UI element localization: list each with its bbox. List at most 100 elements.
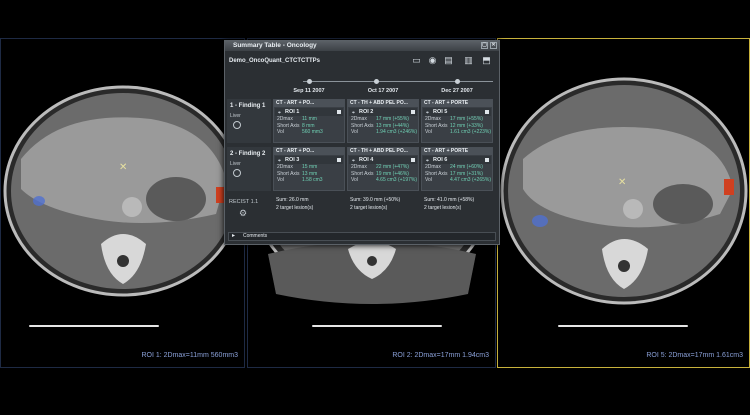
measure-value: 19 mm (+46%) — [376, 170, 409, 177]
finding-cell[interactable]: CT - TH + ABD PEL PO... ⌖ ROI 4 2Dmax 22 m… — [347, 147, 419, 191]
measure-row: Vol 1.61 cm3 (+223%) — [422, 129, 492, 136]
roi-name: ROI 6 — [433, 157, 448, 163]
scale-ruler-2 — [312, 325, 442, 327]
scale-ruler-3 — [558, 325, 688, 327]
close-button[interactable]: ✕ — [490, 42, 497, 49]
roi-checkbox[interactable] — [337, 158, 341, 162]
panel-titlebar[interactable]: Summary Table - Oncology ▢ ✕ — [225, 41, 499, 51]
timepoint-marker-3[interactable] — [455, 79, 460, 84]
measure-row: Short Axis 13 mm — [274, 171, 344, 178]
finding-organ: Liver — [230, 161, 241, 167]
roi-header[interactable]: ⌖ ROI 6 — [423, 156, 491, 164]
measure-value: 17 mm (+31%) — [450, 170, 483, 177]
series-name: CT - ART + PORTE — [422, 100, 492, 107]
measure-row: Short Axis 19 mm (+46%) — [348, 171, 418, 178]
date-3: Dec 27 2007 — [441, 88, 473, 94]
recist-summary-2: Sum: 39.0 mm (+50%) 2 target lesion(s) — [347, 196, 419, 214]
finding-cell[interactable]: CT - TH + ABD PEL PO... ⌖ ROI 2 2Dmax 17 m… — [347, 99, 419, 143]
date-header: Sep 11 2007 Oct 17 2007 Dec 27 2007 — [273, 88, 499, 97]
measure-value: 1.58 cm3 — [302, 177, 323, 184]
roi-name: ROI 1 — [285, 109, 300, 115]
measure-label: Vol — [425, 177, 432, 184]
timepoint-marker-1[interactable] — [307, 79, 312, 84]
timepoint-marker-2[interactable] — [374, 79, 379, 84]
finding-label-1[interactable]: 1 - Finding 1 Liver — [227, 99, 271, 143]
gear-icon[interactable]: ⚙ — [239, 208, 247, 219]
roi-header[interactable]: ⌖ ROI 3 — [275, 156, 343, 164]
roi-header[interactable]: ⌖ ROI 4 — [349, 156, 417, 164]
lesion-count: 2 target lesion(s) — [350, 205, 388, 211]
finding-title: 1 - Finding 1 — [230, 103, 266, 109]
ct-slice-image-1: ✕ — [3, 85, 243, 297]
ct-viewport-1[interactable]: ✕ ROI 1: 2Dmax=11mm 560mm3 — [0, 38, 245, 368]
finding-cell[interactable]: CT - ART + PO... ⌖ ROI 1 2Dmax 11 mm Short… — [273, 99, 345, 143]
measure-label: Short Axis — [425, 122, 448, 129]
roi-header[interactable]: ⌖ ROI 2 — [349, 108, 417, 116]
share-icon[interactable]: ⬒ — [481, 55, 492, 66]
export-icon[interactable]: ▤ — [443, 55, 454, 66]
minimize-button[interactable]: ▢ — [481, 42, 488, 49]
measure-label: Vol — [425, 129, 432, 136]
series-name: CT - ART + PO... — [274, 148, 344, 155]
measure-label: 2Dmax — [351, 116, 367, 122]
measure-row: 2Dmax 11 mm — [274, 116, 344, 123]
folder-icon[interactable]: ▭ — [411, 55, 422, 66]
measure-row: 2Dmax 17 mm (+55%) — [422, 116, 492, 123]
timeline-track — [303, 81, 493, 82]
roi-readout-1: ROI 1: 2Dmax=11mm 560mm3 — [141, 352, 238, 359]
lesion-count: 2 target lesion(s) — [276, 205, 314, 211]
roi-name: ROI 2 — [359, 109, 374, 115]
roi-header[interactable]: ⌖ ROI 5 — [423, 108, 491, 116]
roi-checkbox[interactable] — [485, 110, 489, 114]
roi-header[interactable]: ⌖ ROI 1 — [275, 108, 343, 116]
target-icon — [233, 169, 241, 177]
roi-checkbox[interactable] — [411, 110, 415, 114]
timeline[interactable] — [273, 74, 495, 88]
summary-table-panel[interactable]: Summary Table - Oncology ▢ ✕ Demo_OncoQu… — [224, 40, 500, 245]
roi-checkbox[interactable] — [485, 158, 489, 162]
measure-row: Short Axis 17 mm (+31%) — [422, 171, 492, 178]
finding-cell[interactable]: CT - ART + PO... ⌖ ROI 3 2Dmax 15 mm Short… — [273, 147, 345, 191]
measure-value: 15 mm — [302, 164, 318, 170]
scale-ruler — [29, 325, 159, 327]
measure-value: 17 mm (+55%) — [376, 116, 409, 122]
finding-cell[interactable]: CT - ART + PORTE ⌖ ROI 6 2Dmax 24 mm (+60%… — [421, 147, 493, 191]
svg-text:✕: ✕ — [119, 162, 127, 173]
measure-value: 1.61 cm3 (+223%) — [450, 129, 491, 136]
finding-cell[interactable]: CT - ART + PORTE ⌖ ROI 5 2Dmax 17 mm (+55%… — [421, 99, 493, 143]
measure-label: Vol — [351, 129, 358, 136]
recist-label[interactable]: RECIST 1.1 — [229, 199, 258, 205]
measure-value: 560 mm3 — [302, 129, 323, 136]
roi-readout-2: ROI 2: 2Dmax=17mm 1.94cm3 — [392, 352, 489, 359]
measure-label: Vol — [351, 177, 358, 184]
recist-summary-1: Sum: 26.0 mm 2 target lesion(s) — [273, 196, 345, 214]
comments-bar[interactable]: ▸ Comments — [228, 232, 496, 241]
lesion-count: 2 target lesion(s) — [424, 205, 462, 211]
measure-value: 4.47 cm3 (+265%) — [450, 177, 491, 184]
roi-name: ROI 5 — [433, 109, 448, 115]
sum-value: Sum: 39.0 mm (+50%) — [350, 197, 401, 203]
bottom-black-band — [0, 368, 750, 415]
date-1: Sep 11 2007 — [293, 88, 325, 94]
camera-icon[interactable]: ◉ — [427, 55, 438, 66]
measure-value: 12 mm (+33%) — [450, 122, 483, 129]
measure-label: Short Axis — [351, 170, 374, 177]
measure-value: 13 mm — [302, 170, 318, 177]
measure-label: 2Dmax — [425, 164, 441, 170]
roi-checkbox[interactable] — [337, 110, 341, 114]
measure-row: Short Axis 13 mm (+44%) — [348, 123, 418, 130]
roi-checkbox[interactable] — [411, 158, 415, 162]
measure-row: Vol 4.65 cm3 (+197%) — [348, 177, 418, 184]
roi-readout-3: ROI 5: 2Dmax=17mm 1.61cm3 — [646, 352, 743, 359]
measure-label: Vol — [277, 129, 284, 136]
finding-label-2[interactable]: 2 - Finding 2 Liver — [227, 147, 271, 191]
report-icon[interactable]: ▥ — [463, 55, 474, 66]
ct-viewport-3[interactable]: ✕ ROI 5: 2Dmax=17mm 1.61cm3 — [497, 38, 750, 368]
measure-row: Vol 1.94 cm3 (+246%) — [348, 129, 418, 136]
measure-value: 11 mm — [302, 116, 317, 122]
series-name: CT - TH + ABD PEL PO... — [348, 100, 418, 107]
sum-value: Sum: 41.0 mm (+58%) — [424, 197, 475, 203]
comments-label: Comments — [243, 233, 268, 239]
expand-arrow-icon[interactable]: ▸ — [232, 233, 235, 240]
roi-name: ROI 4 — [359, 157, 374, 163]
